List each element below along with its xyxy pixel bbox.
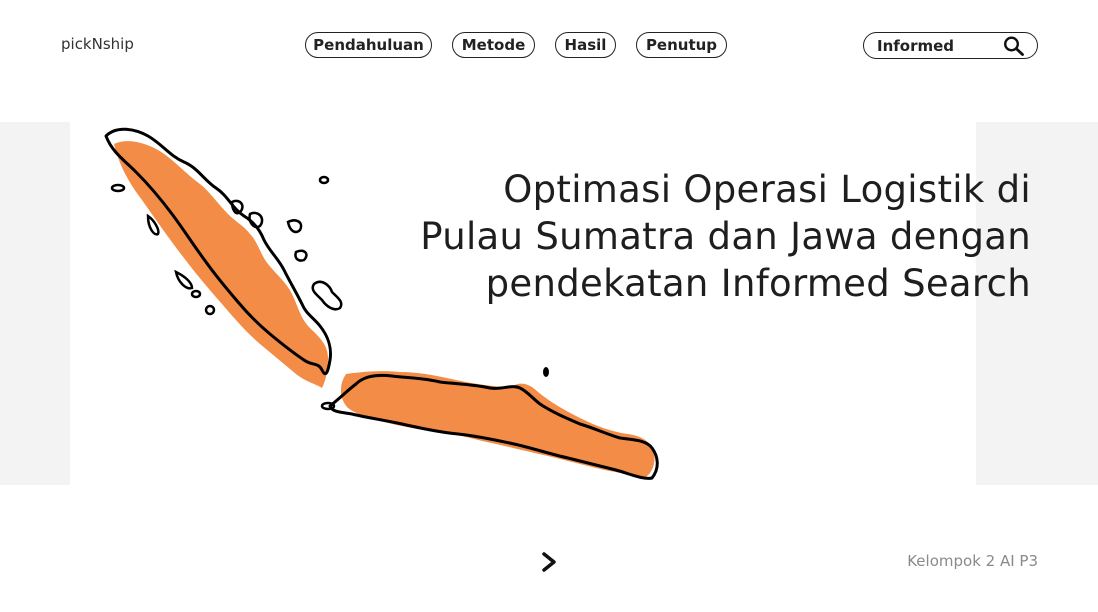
chevron-right-icon[interactable] xyxy=(538,550,560,574)
page: pickNship Pendahuluan Metode Hasil Penut… xyxy=(0,0,1098,612)
brand-logo[interactable]: pickNship xyxy=(61,35,134,53)
nav-hasil[interactable]: Hasil xyxy=(555,32,616,58)
search-icon[interactable] xyxy=(1003,36,1025,56)
nav-metode[interactable]: Metode xyxy=(452,32,535,58)
search-box xyxy=(863,32,1038,59)
nav-penutup[interactable]: Penutup xyxy=(636,32,727,58)
nav-pendahuluan[interactable]: Pendahuluan xyxy=(305,32,432,58)
team-credit: Kelompok 2 AI P3 xyxy=(907,552,1038,570)
hero-title: Optimasi Operasi Logistik di Pulau Sumat… xyxy=(420,168,1031,305)
search-input[interactable] xyxy=(877,36,997,55)
